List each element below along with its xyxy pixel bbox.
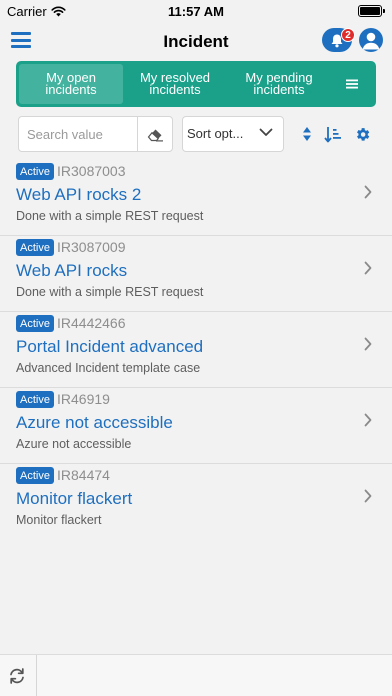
- notification-count-badge: 2: [341, 28, 355, 42]
- chevron-down-icon: [259, 128, 273, 136]
- chevron-right-icon: [364, 337, 372, 351]
- tab-my-resolved-incidents[interactable]: My resolved incidents: [123, 64, 227, 104]
- tabs-more-menu-icon[interactable]: [331, 64, 373, 104]
- chevron-right-icon: [364, 261, 372, 275]
- incident-id: IR4442466: [57, 315, 126, 331]
- incident-list: Active IR3087003 Web API rocks 2 Done wi…: [0, 160, 392, 540]
- incident-row[interactable]: Active IR3087003 Web API rocks 2 Done wi…: [0, 160, 392, 236]
- incident-description: Azure not accessible: [16, 437, 132, 451]
- status-badge: Active: [16, 163, 54, 180]
- incident-row[interactable]: Active IR84474 Monitor flackert Monitor …: [0, 464, 392, 540]
- toolbar-divider: [36, 655, 37, 696]
- settings-button[interactable]: [353, 125, 371, 143]
- incident-title: Web API rocks: [16, 261, 128, 280]
- bottom-toolbar: [0, 654, 392, 696]
- incident-description: Done with a simple REST request: [16, 209, 204, 223]
- tab-my-open-incidents[interactable]: My open incidents: [19, 64, 123, 104]
- status-badge: Active: [16, 239, 54, 256]
- status-badge: Active: [16, 467, 54, 484]
- battery-icon: [358, 5, 385, 17]
- clear-search-button[interactable]: [137, 117, 173, 151]
- incident-title: Monitor flackert: [16, 489, 133, 508]
- sort-order-icon: [324, 126, 341, 142]
- hamburger-menu-icon[interactable]: [11, 32, 31, 48]
- chevron-right-icon: [364, 413, 372, 427]
- incident-title: Portal Incident advanced: [16, 337, 204, 356]
- incident-description: Advanced Incident template case: [16, 361, 201, 375]
- incident-title: Azure not accessible: [16, 413, 173, 432]
- incident-id: IR3087003: [57, 163, 126, 179]
- incident-id: IR46919: [57, 391, 110, 407]
- search-box: [18, 116, 173, 152]
- eraser-icon: [147, 129, 163, 141]
- incident-row[interactable]: Active IR3087009 Web API rocks Done with…: [0, 236, 392, 312]
- user-profile-button[interactable]: [359, 28, 383, 52]
- incident-title: Web API rocks 2: [16, 185, 142, 204]
- incident-tabs: My open incidents My resolved incidents …: [16, 61, 376, 107]
- status-bar: Carrier 11:57 AM: [0, 0, 392, 22]
- sort-order-button[interactable]: [324, 125, 342, 143]
- incident-id: IR3087009: [57, 239, 126, 255]
- navigation-bar: Incident 2: [0, 24, 392, 58]
- sort-arrows-button[interactable]: [298, 125, 316, 143]
- incident-description: Monitor flackert: [16, 513, 102, 527]
- search-input[interactable]: [19, 117, 137, 151]
- status-badge: Active: [16, 391, 54, 408]
- refresh-button[interactable]: [8, 667, 26, 685]
- status-time: 11:57 AM: [168, 4, 224, 19]
- user-icon: [362, 32, 380, 50]
- refresh-icon: [10, 668, 24, 684]
- sort-arrows-icon: [303, 127, 311, 141]
- chevron-right-icon: [364, 185, 372, 199]
- filter-bar: Sort opt...: [18, 116, 378, 152]
- incident-row[interactable]: Active IR4442466 Portal Incident advance…: [0, 312, 392, 388]
- sort-options-label: Sort opt...: [187, 126, 244, 141]
- incident-row[interactable]: Active IR46919 Azure not accessible Azur…: [0, 388, 392, 464]
- incident-description: Done with a simple REST request: [16, 285, 204, 299]
- status-badge: Active: [16, 315, 54, 332]
- sort-options-select[interactable]: Sort opt...: [182, 116, 284, 152]
- gear-icon: [356, 127, 369, 141]
- tab-my-pending-incidents[interactable]: My pending incidents: [227, 64, 331, 104]
- chevron-right-icon: [364, 489, 372, 503]
- incident-id: IR84474: [57, 467, 110, 483]
